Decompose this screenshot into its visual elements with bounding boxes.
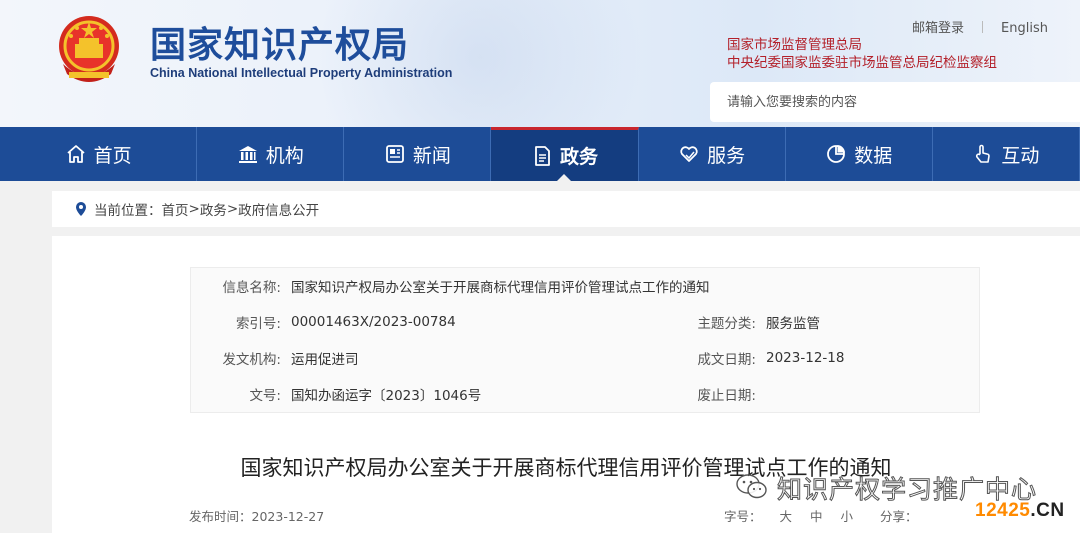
- font-size-control: 字号： 大 中 小: [724, 506, 853, 525]
- meta-row-topic: 主题分类: 服务监管: [681, 304, 820, 340]
- font-small-button[interactable]: 小: [841, 509, 854, 524]
- meta-row-docno: 文号: 国知办函运字〔2023〕1046号: [191, 376, 481, 412]
- main-nav: 首页 机构 新闻 政务 服务 数据 互动: [0, 127, 1080, 181]
- meta-value: 国知办函运字〔2023〕1046号: [291, 388, 482, 404]
- top-links: 邮箱登录 English: [912, 17, 1048, 36]
- meta-row-index: 索引号: 00001463X/2023-00784: [191, 304, 456, 340]
- meta-label: 信息名称:: [222, 280, 281, 296]
- meta-value: 00001463X/2023-00784: [291, 314, 456, 330]
- nav-label: 数据: [854, 144, 893, 167]
- breadcrumb-gov-info[interactable]: 政府信息公开: [238, 199, 319, 219]
- font-medium-button[interactable]: 中: [810, 509, 823, 524]
- search-box: [710, 82, 1080, 122]
- meta-row-repeal: 废止日期:: [681, 376, 766, 412]
- nav-item-news[interactable]: 新闻: [344, 127, 492, 181]
- english-link[interactable]: English: [1001, 21, 1048, 36]
- site-header: 国家知识产权局 China National Intellectual Prop…: [0, 0, 1080, 127]
- site-subtitle: China National Intellectual Property Adm…: [150, 66, 453, 80]
- site-title[interactable]: 国家知识产权局: [150, 16, 409, 68]
- hand-point-icon: [972, 143, 994, 165]
- font-size-label: 字号：: [724, 509, 762, 524]
- breadcrumb-separator: >: [226, 201, 239, 217]
- meta-value: 国家知识产权局办公室关于开展商标代理信用评价管理试点工作的通知: [291, 280, 710, 296]
- meta-value: 服务监管: [766, 316, 820, 332]
- wechat-icon: [736, 474, 767, 499]
- meta-label: 废止日期:: [697, 388, 756, 404]
- meta-label: 成文日期:: [697, 352, 756, 368]
- nav-label: 机构: [265, 144, 304, 167]
- meta-row-date: 成文日期: 2023-12-18: [681, 340, 844, 376]
- watermark-site: 12425.CN: [975, 500, 1065, 522]
- meta-value: 运用促进司: [291, 352, 359, 368]
- nav-label: 首页: [93, 144, 132, 167]
- news-icon: [384, 143, 406, 165]
- watermark-site-tld: .CN: [1030, 500, 1065, 521]
- location-pin-icon: [76, 202, 86, 216]
- org-link-discipline[interactable]: 中央纪委国家监委驻市场监管总局纪检监察组: [727, 54, 997, 72]
- document-icon: [531, 145, 553, 167]
- publish-date: 2023-12-27: [251, 509, 325, 524]
- meta-value: 2023-12-18: [766, 350, 845, 366]
- share-control: 分享：: [880, 506, 918, 525]
- pie-chart-icon: [825, 143, 847, 165]
- nav-label: 政务: [559, 146, 598, 168]
- search-input[interactable]: [710, 82, 1050, 122]
- info-metadata-table: 信息名称: 国家知识产权局办公室关于开展商标代理信用评价管理试点工作的通知 索引…: [190, 267, 980, 413]
- meta-row-name: 信息名称: 国家知识产权局办公室关于开展商标代理信用评价管理试点工作的通知: [191, 268, 710, 304]
- breadcrumb-prefix: 当前位置：: [94, 203, 162, 219]
- breadcrumb-home[interactable]: 首页: [162, 199, 189, 219]
- watermark-site-number: 12425: [975, 500, 1031, 521]
- home-icon: [65, 143, 87, 165]
- nav-label: 服务: [707, 144, 746, 167]
- publish-label: 发布时间：: [189, 509, 252, 524]
- nav-item-interaction[interactable]: 互动: [933, 127, 1080, 181]
- breadcrumb-separator: >: [188, 201, 200, 217]
- share-label: 分享：: [880, 509, 918, 524]
- mail-login-link[interactable]: 邮箱登录: [912, 21, 964, 36]
- org-link-samr[interactable]: 国家市场监督管理总局: [727, 36, 997, 54]
- affiliated-orgs: 国家市场监督管理总局 中央纪委国家监委驻市场监管总局纪检监察组: [727, 36, 997, 72]
- meta-row-issuer: 发文机构: 运用促进司: [191, 340, 359, 376]
- publish-info: 发布时间：2023-12-27: [189, 506, 324, 525]
- breadcrumb: 当前位置： 首页 > 政务 > 政府信息公开: [52, 191, 1080, 227]
- institution-icon: [237, 143, 259, 165]
- nav-item-data[interactable]: 数据: [786, 127, 933, 181]
- breadcrumb-affairs[interactable]: 政务: [200, 199, 227, 219]
- meta-label: 主题分类:: [697, 316, 756, 332]
- nav-label: 互动: [1001, 144, 1040, 167]
- nav-label: 新闻: [412, 144, 451, 167]
- meta-label: 索引号:: [235, 316, 281, 332]
- nav-item-institution[interactable]: 机构: [197, 127, 345, 181]
- nav-item-service[interactable]: 服务: [639, 127, 786, 181]
- divider: [982, 21, 984, 33]
- meta-label: 发文机构:: [222, 352, 281, 368]
- font-large-button[interactable]: 大: [780, 509, 793, 524]
- national-emblem-icon[interactable]: [55, 14, 123, 86]
- heart-hand-icon: [678, 143, 700, 165]
- meta-label: 文号:: [249, 388, 281, 404]
- nav-item-government-affairs[interactable]: 政务: [491, 127, 639, 181]
- nav-item-home[interactable]: 首页: [0, 127, 198, 181]
